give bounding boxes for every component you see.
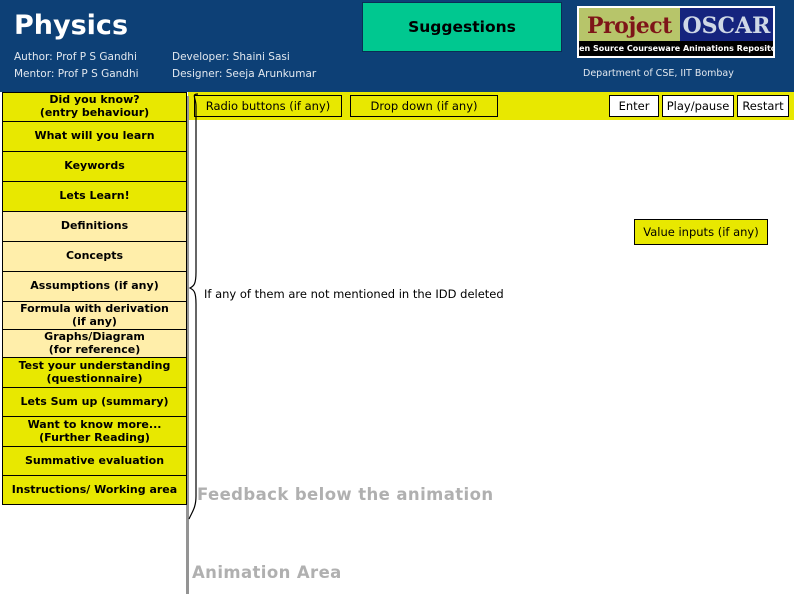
sidebar-item-label: Summative evaluation	[24, 453, 165, 467]
suggestions-label: Suggestions	[408, 18, 516, 36]
sidebar-item-13[interactable]: Instructions/ Working area	[2, 476, 187, 505]
sidebar-item-7[interactable]: Formula with derivation (if any)	[2, 302, 187, 330]
sidebar-item-2[interactable]: Keywords	[2, 152, 187, 182]
department-line: Department of CSE, IIT Bombay	[583, 68, 734, 79]
sidebar-item-4[interactable]: Definitions	[2, 212, 187, 242]
credit-developer: Developer: Shaini Sasi	[172, 51, 290, 63]
credit-author: Author: Prof P S Gandhi	[14, 51, 137, 63]
logo-oscar-text: OSCAR	[682, 12, 771, 39]
sidebar-item-8[interactable]: Graphs/Diagram (for reference)	[2, 330, 187, 358]
sidebar-navigation: Did you know? (entry behaviour) What will…	[0, 92, 188, 505]
suggestions-button[interactable]: Suggestions	[362, 2, 562, 52]
sidebar-item-label: Keywords	[64, 159, 125, 173]
sidebar-item-label: Did you know? (entry behaviour)	[39, 93, 150, 119]
animation-area-label: Animation Area	[192, 563, 342, 582]
project-oscar-logo: Project OSCAR Open Source Courseware Ani…	[577, 6, 775, 58]
sidebar-item-label: Instructions/ Working area	[11, 482, 178, 496]
top-toolbar: Radio buttons (if any) Drop down (if any…	[188, 92, 794, 120]
restart-button[interactable]: Restart	[737, 95, 789, 117]
sidebar-item-label: Concepts	[65, 249, 124, 263]
feedback-area-label: Feedback below the animation	[197, 485, 494, 504]
sidebar-item-0[interactable]: Did you know? (entry behaviour)	[2, 92, 187, 122]
sidebar-item-label: Graphs/Diagram (for reference)	[44, 329, 145, 356]
idd-note-text: If any of them are not mentioned in the …	[204, 287, 504, 301]
sidebar-item-label: Assumptions (if any)	[30, 279, 159, 293]
sidebar-item-11[interactable]: Want to know more... (Further Reading)	[2, 417, 187, 447]
credit-designer: Designer: Seeja Arunkumar	[172, 68, 317, 80]
logo-project-block: Project	[579, 8, 680, 43]
animation-area	[189, 120, 794, 595]
sidebar-item-label: Lets Sum up (summary)	[20, 394, 169, 408]
sidebar-item-label: Test your understanding (questionnaire)	[18, 358, 171, 385]
logo-project-text: Project	[587, 12, 672, 39]
page-header: Physics Author: Prof P S Gandhi Mentor: …	[0, 0, 794, 92]
sidebar-item-12[interactable]: Summative evaluation	[2, 447, 187, 476]
sidebar-item-label: Lets Learn!	[59, 189, 130, 203]
play-pause-button[interactable]: Play/pause	[662, 95, 734, 117]
credit-mentor: Mentor: Prof P S Gandhi	[14, 68, 139, 80]
sidebar-item-9[interactable]: Test your understanding (questionnaire)	[2, 358, 187, 388]
logo-tagline: Open Source Courseware Animations Reposi…	[579, 41, 773, 56]
radio-buttons-placeholder[interactable]: Radio buttons (if any)	[194, 95, 342, 117]
sidebar-item-label: Formula with derivation (if any)	[20, 301, 169, 328]
enter-button[interactable]: Enter	[609, 95, 659, 117]
sidebar-item-6[interactable]: Assumptions (if any)	[2, 272, 187, 302]
sidebar-item-label: Want to know more... (Further Reading)	[27, 417, 162, 444]
sidebar-item-1[interactable]: What will you learn	[2, 122, 187, 152]
page-title: Physics	[14, 10, 129, 41]
sidebar-item-5[interactable]: Concepts	[2, 242, 187, 272]
sidebar-item-3[interactable]: Lets Learn!	[2, 182, 187, 212]
sidebar-item-label: What will you learn	[34, 129, 155, 143]
sidebar-item-10[interactable]: Lets Sum up (summary)	[2, 388, 187, 417]
sidebar-item-label: Definitions	[60, 219, 129, 233]
value-inputs-placeholder[interactable]: Value inputs (if any)	[634, 219, 768, 245]
logo-wordmark: Project OSCAR	[579, 8, 773, 43]
dropdown-placeholder[interactable]: Drop down (if any)	[350, 95, 498, 117]
logo-oscar-block: OSCAR	[679, 8, 773, 43]
